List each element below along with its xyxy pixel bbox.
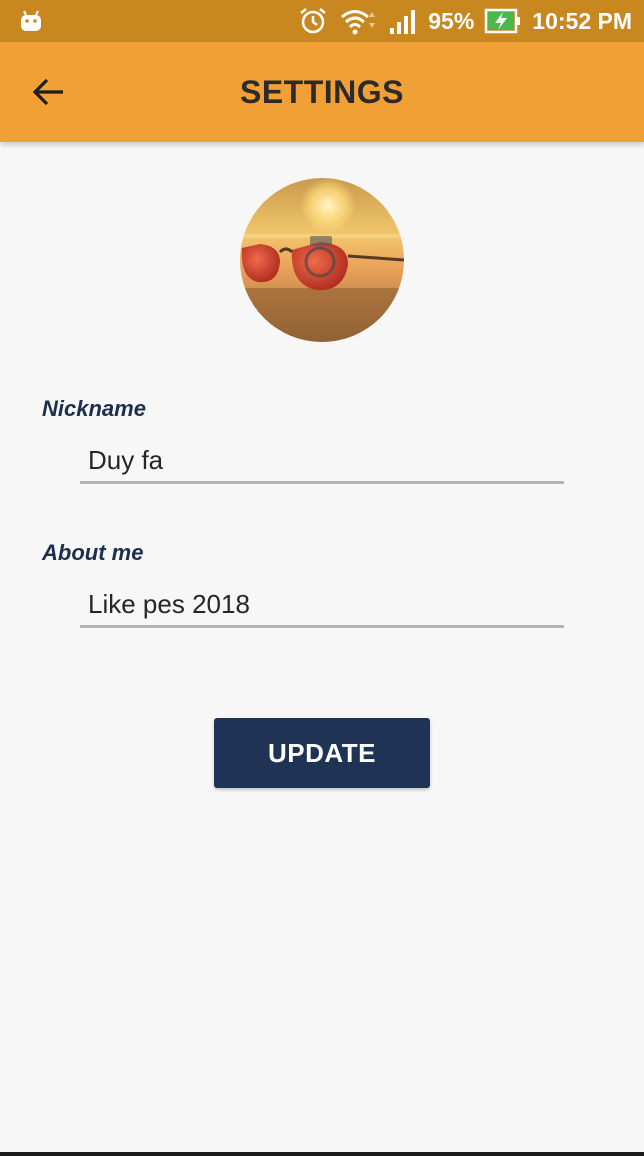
about-me-field[interactable] <box>80 584 564 628</box>
sunglasses-avatar <box>240 178 404 342</box>
back-button[interactable] <box>22 68 74 116</box>
battery-charging-icon <box>484 7 522 35</box>
page-title: SETTINGS <box>239 74 404 110</box>
signal-icon <box>388 6 418 36</box>
android-icon <box>18 8 44 39</box>
battery-percent: 95% <box>428 7 475 34</box>
update-button[interactable]: UPDATE <box>214 718 430 788</box>
wifi-icon <box>338 6 378 36</box>
bottom-edge <box>0 1152 644 1156</box>
nickname-field[interactable] <box>80 440 564 484</box>
avatar[interactable] <box>240 178 404 342</box>
nickname-label: Nickname <box>42 396 146 421</box>
alarm-icon <box>298 6 328 36</box>
arrow-left-icon <box>32 78 63 106</box>
status-time: 10:52 PM <box>532 7 632 34</box>
status-bar: 95% 10:52 PM <box>0 0 644 42</box>
app-bar: SETTINGS <box>0 42 644 142</box>
about-me-label: About me <box>42 540 144 565</box>
